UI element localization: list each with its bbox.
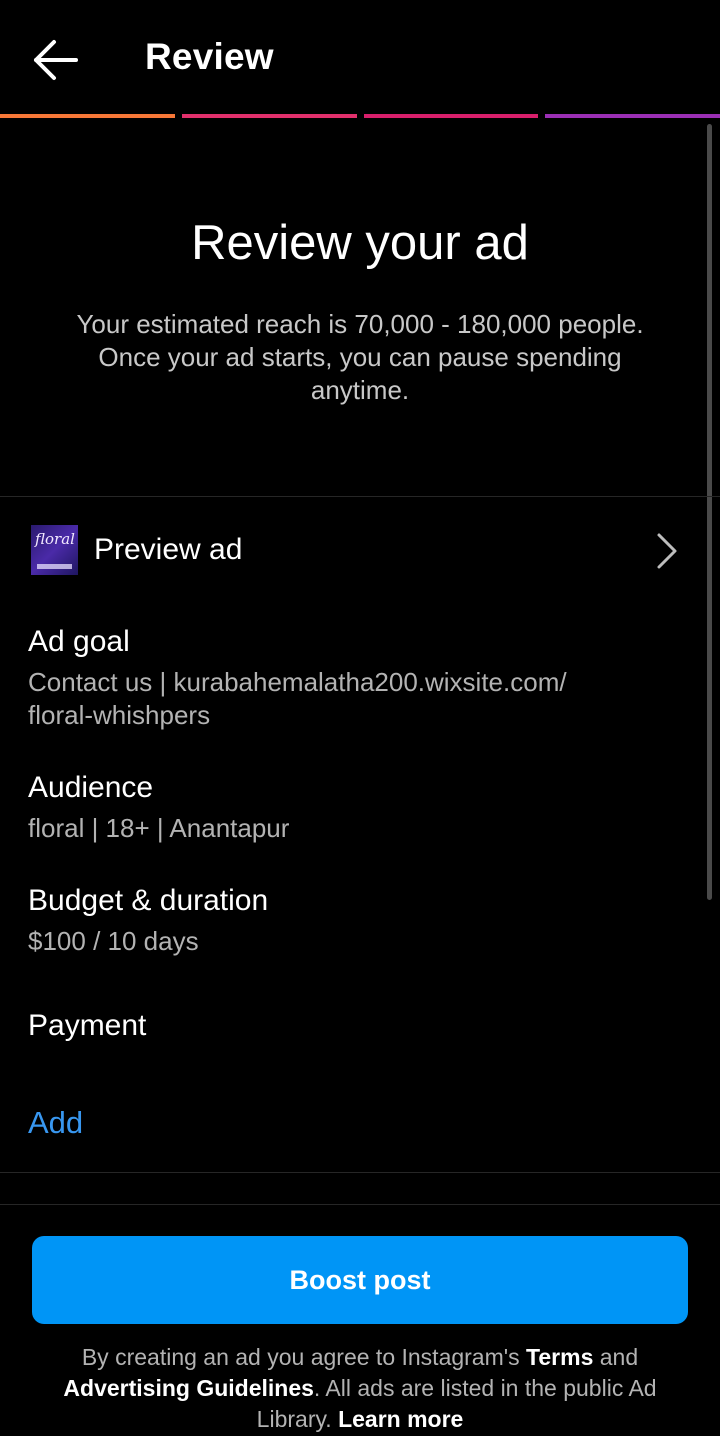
progress-segment-3 bbox=[363, 114, 539, 118]
thumbnail-band bbox=[37, 564, 72, 569]
ad-goal-value-line1: Contact us | kurabahemalatha200.wixsite.… bbox=[28, 667, 567, 697]
chevron-right-icon bbox=[654, 532, 680, 570]
legal-text-part: and bbox=[593, 1344, 639, 1370]
legal-text: By creating an ad you agree to Instagram… bbox=[40, 1342, 680, 1435]
post-thumbnail: floral bbox=[31, 525, 78, 575]
ad-goal-title: Ad goal bbox=[28, 625, 130, 658]
back-arrow-icon[interactable] bbox=[30, 38, 82, 82]
preview-ad-label: Preview ad bbox=[94, 533, 243, 566]
budget-value: $100 / 10 days bbox=[28, 926, 199, 956]
learn-more-link[interactable]: Learn more bbox=[338, 1406, 463, 1432]
page-title: Review bbox=[145, 36, 274, 77]
reach-estimate-text: Your estimated reach is 70,000 - 180,000… bbox=[76, 309, 644, 405]
boost-post-button[interactable]: Boost post bbox=[32, 1236, 688, 1324]
divider bbox=[0, 1204, 720, 1205]
advertising-guidelines-link[interactable]: Advertising Guidelines bbox=[63, 1375, 314, 1401]
add-payment-link[interactable]: Add bbox=[28, 1105, 83, 1141]
top-bar: Review bbox=[0, 0, 720, 114]
audience-title: Audience bbox=[28, 771, 154, 804]
divider bbox=[0, 496, 720, 497]
progress-segment-4 bbox=[545, 114, 720, 118]
divider bbox=[0, 1172, 720, 1173]
review-screen: Review Review your ad Your estimated rea… bbox=[0, 0, 720, 1436]
preview-ad-row[interactable]: floral Preview ad bbox=[0, 500, 720, 600]
progress-segment-2 bbox=[181, 114, 357, 118]
payment-title: Payment bbox=[28, 1009, 147, 1042]
terms-link[interactable]: Terms bbox=[526, 1344, 593, 1370]
audience-value: floral | 18+ | Anantapur bbox=[28, 813, 290, 843]
step-progress bbox=[0, 114, 720, 118]
progress-segment-1 bbox=[0, 114, 175, 118]
thumbnail-text: floral bbox=[35, 530, 75, 548]
ad-goal-value-line2: floral-whishpers bbox=[28, 700, 211, 730]
legal-text-part: By creating an ad you agree to Instagram… bbox=[81, 1344, 527, 1370]
hero-title: Review your ad bbox=[191, 216, 529, 270]
budget-title: Budget & duration bbox=[28, 884, 269, 917]
